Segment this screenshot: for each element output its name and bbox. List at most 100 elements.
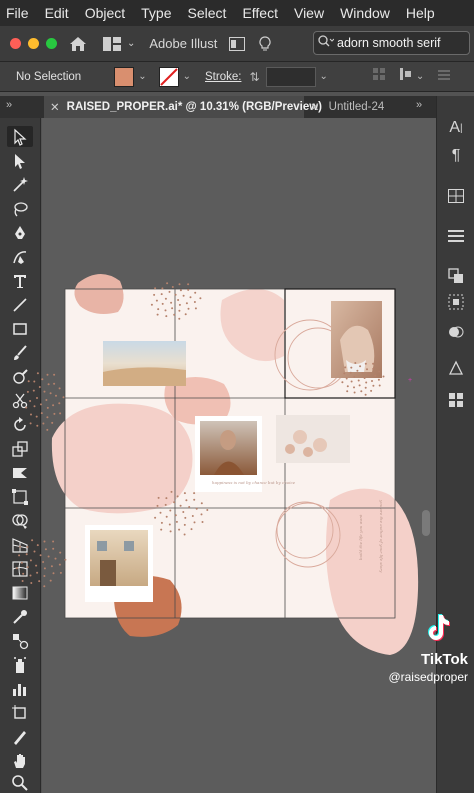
- dot: [39, 554, 42, 557]
- dot: [361, 372, 364, 375]
- dot: [178, 317, 181, 320]
- dot: [176, 495, 179, 498]
- dot: [153, 293, 156, 296]
- paragraph-icon[interactable]: ¶: [446, 146, 466, 166]
- dot: [47, 555, 50, 558]
- dot: [353, 391, 356, 394]
- dot: [185, 499, 188, 502]
- dot: [178, 309, 181, 312]
- dot: [160, 293, 163, 296]
- dot: [194, 307, 197, 310]
- dot: [47, 383, 50, 386]
- dot: [366, 368, 368, 371]
- dot: [32, 389, 35, 392]
- dot: [49, 392, 52, 395]
- dot: [155, 299, 158, 302]
- dot: [350, 366, 353, 369]
- dot: [43, 540, 46, 543]
- dot: [346, 385, 349, 388]
- dot: [43, 585, 46, 588]
- dot: [174, 293, 177, 296]
- dot: [168, 523, 171, 526]
- dot: [368, 373, 371, 376]
- dot: [41, 378, 44, 381]
- dot: [154, 287, 157, 290]
- dot: [343, 372, 346, 375]
- dot: [175, 520, 178, 523]
- dot: [166, 282, 169, 285]
- dot: [52, 572, 55, 575]
- dot: [19, 545, 22, 548]
- dot: [200, 513, 203, 516]
- transform-icon[interactable]: [446, 186, 466, 206]
- dot: [178, 528, 181, 531]
- dot: [363, 377, 366, 379]
- dot: [38, 580, 41, 583]
- dot: [372, 362, 375, 365]
- dot: [53, 412, 56, 415]
- dot: [356, 369, 359, 372]
- pathfinder-icon[interactable]: [446, 266, 466, 286]
- layers-icon[interactable]: [446, 292, 466, 312]
- dot: [29, 574, 32, 577]
- dot: [193, 301, 196, 303]
- dot: [154, 516, 157, 519]
- dot: [58, 387, 61, 390]
- dot: [182, 294, 185, 297]
- graphic-styles-icon[interactable]: [446, 358, 466, 378]
- dot: [30, 413, 32, 416]
- dot: [165, 515, 168, 518]
- dot: [52, 540, 55, 543]
- dot: [168, 290, 171, 293]
- dot: [194, 291, 197, 294]
- dot: [42, 561, 45, 563]
- dot: [364, 393, 367, 396]
- dot: [46, 416, 49, 419]
- dot: [44, 548, 47, 551]
- dot: [182, 511, 185, 513]
- dot: [173, 501, 176, 504]
- dot: [25, 553, 28, 556]
- dot: [164, 297, 167, 300]
- dot: [159, 511, 162, 514]
- swatches-icon[interactable]: [446, 390, 466, 410]
- dot: [171, 307, 174, 310]
- dot: [40, 403, 42, 406]
- dot: [382, 375, 385, 378]
- dot: [42, 422, 45, 425]
- dot: [52, 404, 55, 407]
- dot: [161, 302, 164, 305]
- dot: [370, 389, 373, 392]
- dot: [359, 365, 362, 368]
- dot: [31, 539, 34, 542]
- dot: [26, 546, 29, 548]
- dot: [195, 507, 198, 510]
- dot: [341, 381, 344, 384]
- dot: [344, 366, 347, 369]
- vertical-caption-right: you are the author of your life story: [379, 500, 384, 573]
- tiktok-logo-icon: [428, 614, 450, 641]
- dot: [22, 572, 25, 575]
- dot: [59, 571, 62, 574]
- photo-building: [90, 530, 148, 586]
- vertical-caption-left: build the life you want: [358, 514, 363, 560]
- dot: [190, 528, 193, 531]
- dot: [365, 381, 368, 384]
- dot: [33, 380, 36, 383]
- dot: [178, 303, 181, 306]
- dot: [183, 523, 186, 526]
- dot: [169, 530, 172, 533]
- dot: [157, 496, 160, 499]
- align-icon[interactable]: [446, 226, 466, 246]
- dot: [46, 406, 49, 409]
- dot: [29, 559, 32, 562]
- tiktok-handle: @raisedproper: [388, 670, 468, 684]
- character-icon[interactable]: A |: [446, 118, 466, 138]
- dot: [36, 544, 39, 547]
- appearance-icon[interactable]: [446, 322, 466, 342]
- dot: [62, 396, 65, 399]
- dot: [156, 504, 159, 507]
- dot: [33, 405, 36, 408]
- dot: [200, 502, 203, 505]
- dot: [191, 515, 194, 517]
